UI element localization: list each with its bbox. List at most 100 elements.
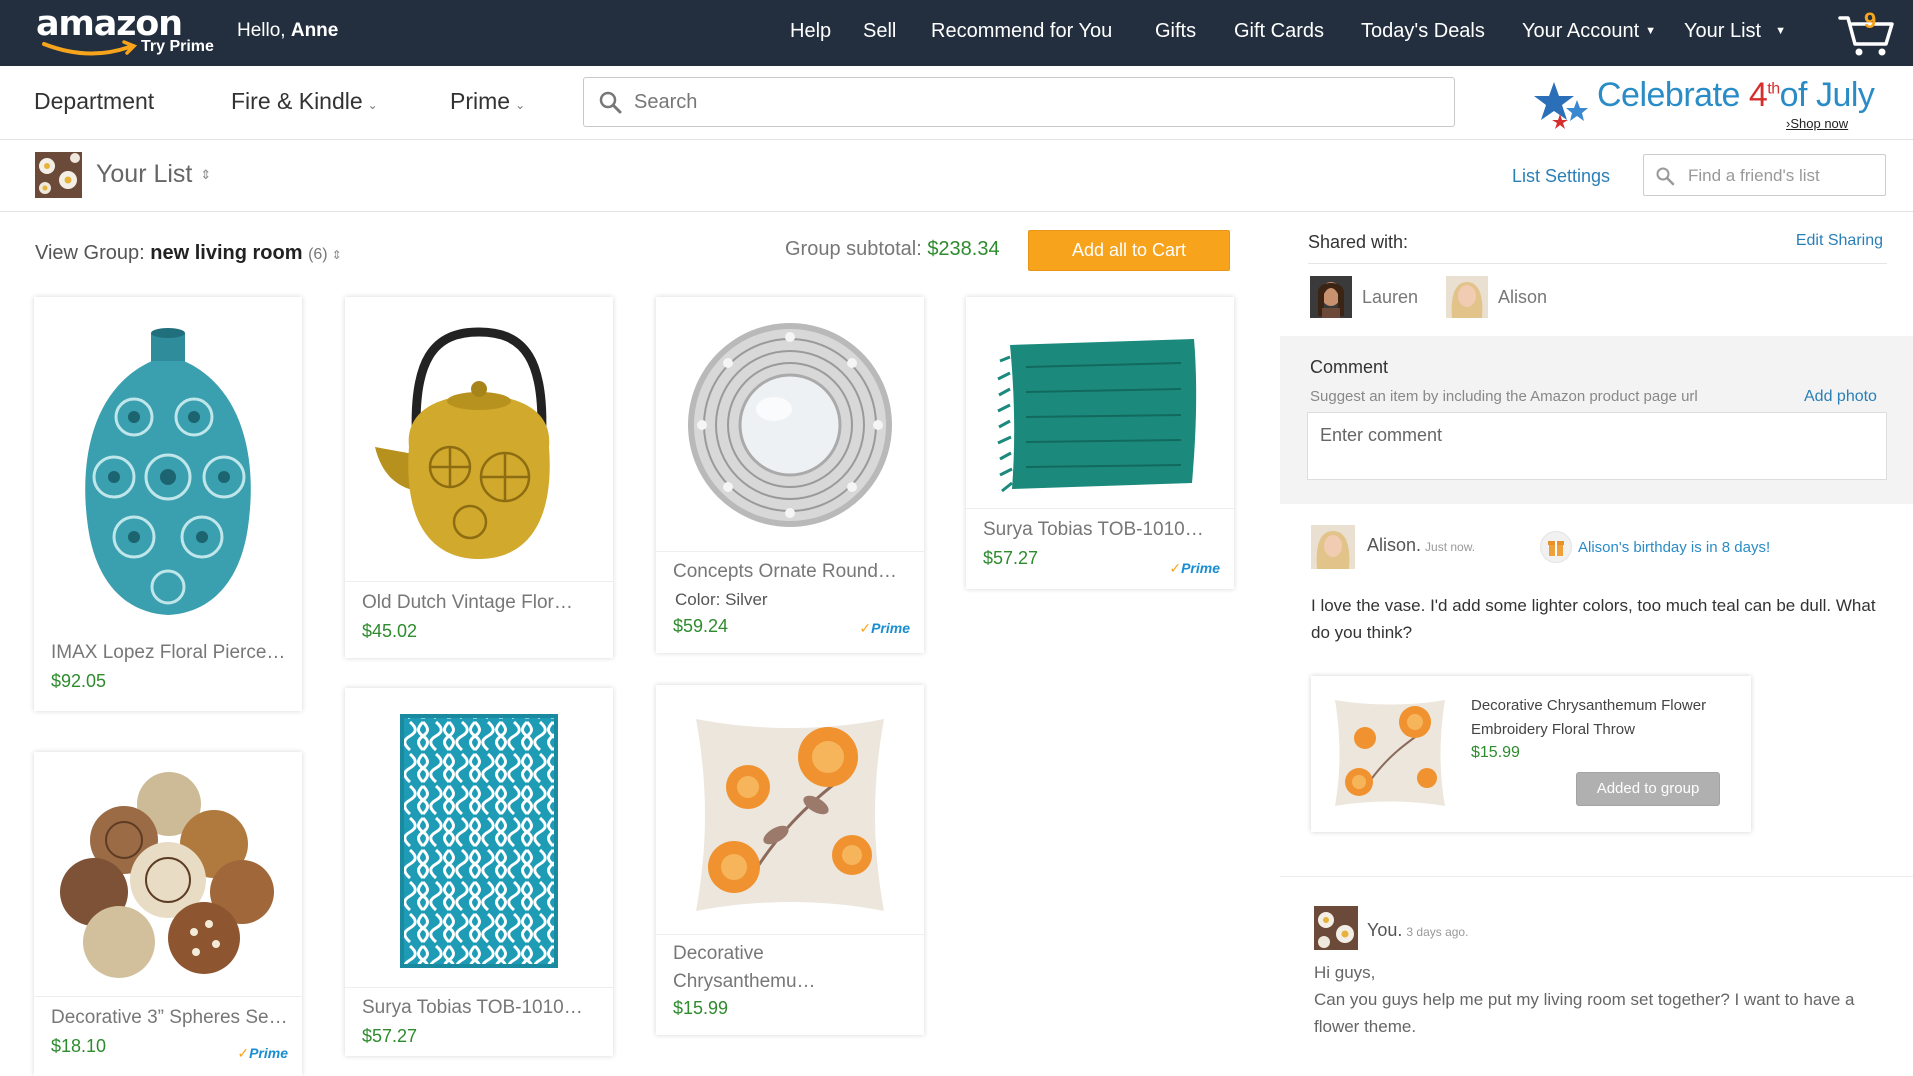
avatar[interactable] xyxy=(1311,525,1355,569)
product-title[interactable]: Surya Tobias TOB-1010… xyxy=(983,519,1220,541)
nav-sell[interactable]: Sell xyxy=(863,20,896,43)
list-bar: Your List ⇕ List Settings xyxy=(0,140,1913,212)
search-box[interactable] xyxy=(583,77,1455,127)
shop-now-label: Shop now xyxy=(1790,116,1849,131)
nav-help[interactable]: Help xyxy=(790,20,831,43)
shop-now-link[interactable]: ›Shop now xyxy=(1786,116,1848,131)
prime-badge: ✓Prime xyxy=(237,1045,288,1062)
nav-your-account[interactable]: Your Account ▼ xyxy=(1522,20,1656,43)
comment-input[interactable] xyxy=(1307,412,1887,480)
prime-check-icon: ✓ xyxy=(1169,560,1182,576)
product-image-mirror[interactable] xyxy=(656,297,924,552)
nav-gifts[interactable]: Gifts xyxy=(1155,20,1196,43)
promo-text-b: 4th xyxy=(1749,76,1780,114)
comment-greeting: Hi guys, xyxy=(1314,963,1376,982)
friend-search-box[interactable] xyxy=(1643,154,1886,196)
product-image-kettle[interactable] xyxy=(345,297,613,582)
subtotal-amount: $238.34 xyxy=(927,238,1000,260)
product-title[interactable]: Decorative Chrysanthemu… xyxy=(673,940,864,996)
product-card[interactable]: Surya Tobias TOB-1010… $57.27 xyxy=(345,688,613,1056)
product-price: $92.05 xyxy=(51,671,107,691)
author-name: Alison. xyxy=(1367,535,1422,555)
subnav-prime-label: Prime xyxy=(450,88,511,114)
view-group-dropdown[interactable]: View Group: new living room (6) ⇕ xyxy=(35,242,342,265)
comment-time: Just now. xyxy=(1425,540,1476,554)
list-title-dropdown[interactable]: Your List ⇕ xyxy=(96,160,211,189)
july-4th-promo-banner[interactable]: Celebrate 4thof July ›Shop now xyxy=(1532,74,1892,134)
product-card[interactable]: Concepts Ornate Round… Color: Silver $59… xyxy=(656,297,924,653)
user-name: Anne xyxy=(290,20,339,41)
search-icon xyxy=(599,91,622,114)
subtotal-label: Group subtotal: xyxy=(785,238,922,260)
person-name: Alison xyxy=(1498,287,1548,307)
comment-text: Can you guys help me put my living room … xyxy=(1314,990,1855,1036)
product-image-pillow[interactable] xyxy=(1325,688,1455,818)
cart-button[interactable]: 9 xyxy=(1838,8,1898,58)
comment-text: I love the vase. I'd add some lighter co… xyxy=(1311,596,1876,642)
nav-your-list[interactable]: Your List ▼ xyxy=(1684,20,1786,43)
product-image-pillow[interactable] xyxy=(656,685,924,935)
product-title[interactable]: Old Dutch Vintage Flor… xyxy=(362,592,599,614)
chevron-down-icon: ▼ xyxy=(1775,25,1786,37)
prime-check-icon: ✓ xyxy=(237,1045,250,1061)
subnav-fire-kindle[interactable]: Fire & Kindle ⌄ xyxy=(231,88,378,115)
product-card[interactable]: Decorative Chrysanthemu… $15.99 xyxy=(656,685,924,1035)
chevron-down-icon: ⌄ xyxy=(515,98,526,112)
recommended-item-title[interactable]: Decorative Chrysanthemum Flower Embroide… xyxy=(1471,694,1741,742)
search-input[interactable] xyxy=(634,86,1414,118)
avatar[interactable] xyxy=(1314,906,1358,950)
prime-label: Prime xyxy=(249,1045,288,1061)
comment-label: Comment xyxy=(1310,357,1389,377)
product-card[interactable]: Surya Tobias TOB-1010… $57.27 ✓Prime xyxy=(966,297,1234,589)
comment-author: You. 3 days ago. xyxy=(1367,920,1468,941)
product-title[interactable]: Surya Tobias TOB-1010… xyxy=(362,997,599,1019)
product-card[interactable]: Decorative 3” Spheres Set… $18.10 ✓Prime xyxy=(34,752,302,1076)
product-image-spheres[interactable] xyxy=(34,752,302,997)
promo-text-a: Celebrate xyxy=(1597,76,1749,114)
prime-label: Prime xyxy=(871,620,910,636)
product-card[interactable]: Old Dutch Vintage Flor… $45.02 xyxy=(345,297,613,658)
product-price: $59.24 xyxy=(673,616,729,636)
nav-recommend[interactable]: Recommend for You xyxy=(931,20,1112,43)
cart-count-badge: 9 xyxy=(1864,8,1877,33)
product-card[interactable]: IMAX Lopez Floral Pierce… $92.05 xyxy=(34,297,302,711)
amazon-logo[interactable]: amazon Try Prime xyxy=(36,4,226,62)
list-settings-link[interactable]: List Settings xyxy=(1512,166,1610,187)
product-variant: Color: Silver xyxy=(675,590,768,609)
gift-icon xyxy=(1540,531,1572,563)
chevron-down-icon: ⌄ xyxy=(367,98,378,112)
logo-smile-icon xyxy=(42,40,138,56)
promo-text-number: 4 xyxy=(1748,76,1768,114)
recommended-item-price: $15.99 xyxy=(1471,744,1520,761)
edit-sharing-link[interactable]: Edit Sharing xyxy=(1796,232,1883,250)
product-price: $57.27 xyxy=(362,1026,418,1046)
product-image-vase[interactable] xyxy=(34,297,302,627)
author-name: You. xyxy=(1367,920,1403,940)
product-title[interactable]: IMAX Lopez Floral Pierce… xyxy=(51,642,288,664)
avatar xyxy=(1310,276,1352,318)
product-price: $18.10 xyxy=(51,1036,107,1056)
product-title[interactable]: Decorative 3” Spheres Set… xyxy=(51,1007,288,1029)
try-prime-link[interactable]: Try Prime xyxy=(141,38,214,56)
list-avatar xyxy=(35,152,82,198)
add-all-to-cart-button[interactable]: Add all to Cart xyxy=(1028,230,1230,271)
product-image-throw[interactable] xyxy=(966,297,1234,509)
promo-text-c: of July xyxy=(1779,76,1875,114)
nav-gift-cards[interactable]: Gift Cards xyxy=(1234,20,1324,43)
product-image-rug[interactable] xyxy=(345,688,613,988)
shared-with-label: Shared with: xyxy=(1308,232,1409,252)
product-title[interactable]: Concepts Ornate Round… xyxy=(673,561,910,583)
comment-hint: Suggest an item by including the Amazon … xyxy=(1310,388,1698,405)
prime-check-icon: ✓ xyxy=(859,620,872,636)
avatar xyxy=(1446,276,1488,318)
add-photo-link[interactable]: Add photo xyxy=(1804,388,1877,406)
subnav-prime[interactable]: Prime ⌄ xyxy=(450,88,525,115)
person-name: Lauren xyxy=(1362,287,1419,307)
added-to-group-button[interactable]: Added to group xyxy=(1576,772,1720,806)
nav-todays-deals[interactable]: Today's Deals xyxy=(1361,20,1485,43)
subnav-department[interactable]: Department xyxy=(34,88,154,115)
friend-search-input[interactable] xyxy=(1688,163,1878,189)
recommended-item-card[interactable]: Decorative Chrysanthemum Flower Embroide… xyxy=(1311,676,1751,832)
greeting-prefix: Hello, xyxy=(237,20,286,41)
prime-badge: ✓Prime xyxy=(859,620,910,637)
